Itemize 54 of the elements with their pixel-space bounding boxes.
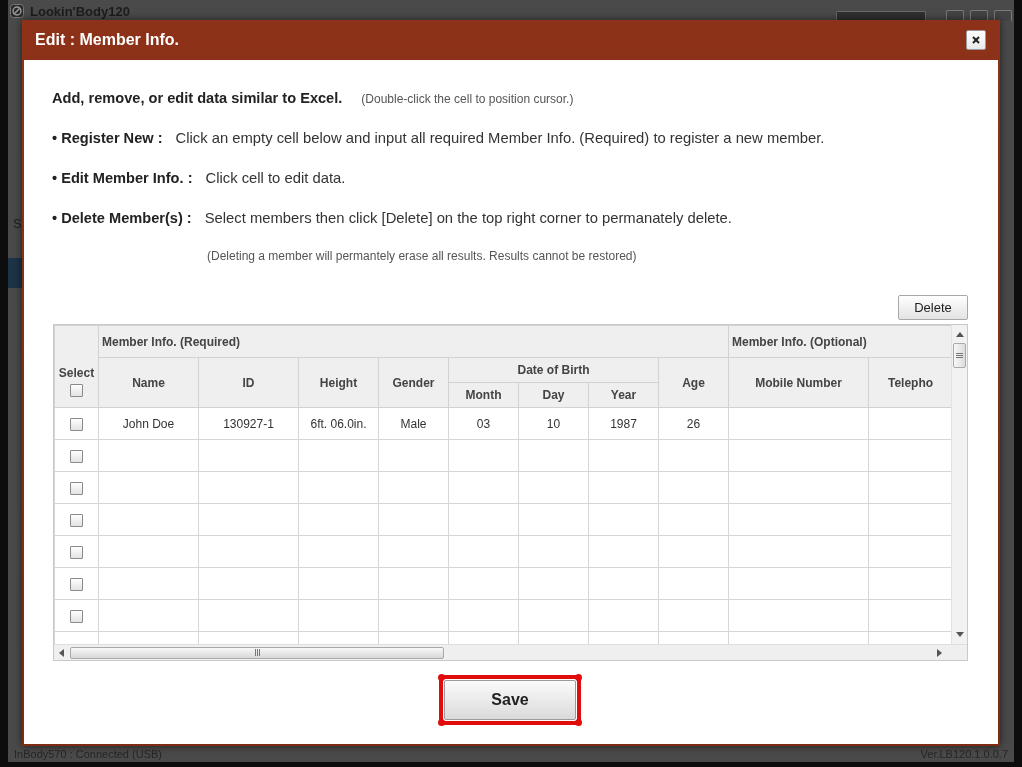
table-cell: 10 (518, 407, 589, 440)
close-button[interactable] (966, 30, 986, 50)
instruction-label: • Delete Member(s) : (52, 210, 192, 226)
row-checkbox[interactable] (70, 577, 83, 591)
column-group-header: Date of Birth (448, 357, 659, 383)
instruction-label: • Edit Member Info. : (52, 170, 193, 186)
instruction-text: Select members then click [Delete] on the top right corner to permanately delete. (204, 210, 732, 226)
column-header: Height (298, 357, 379, 408)
row-checkbox[interactable] (70, 513, 83, 527)
column-header: Age (658, 357, 729, 408)
intro-text: Add, remove, or edit data similar to Excel. (52, 90, 343, 106)
logo-icon (10, 4, 24, 18)
dialog-title: Edit : Member Info. (35, 31, 179, 49)
save-button[interactable]: Save (444, 680, 576, 720)
table-cell: 6ft. 06.0in. (298, 407, 379, 440)
scroll-down-icon[interactable] (955, 632, 964, 637)
table-cell: John Doe (98, 407, 199, 440)
table-cell: Male (378, 407, 449, 440)
column-header: ID (198, 357, 299, 408)
table-cell: 03 (448, 407, 519, 440)
row-checkbox[interactable] (70, 417, 83, 431)
select-all-checkbox[interactable] (70, 384, 83, 397)
delete-button[interactable]: Delete (898, 295, 968, 320)
column-group-header: Member Info. (Required) (98, 325, 729, 358)
column-header: Mobile Number (728, 357, 869, 408)
row-checkbox[interactable] (70, 545, 83, 559)
column-group-header: Member Info. (Optional) (728, 325, 951, 358)
close-icon (972, 36, 980, 44)
row-checkbox[interactable] (70, 609, 83, 623)
table-cell: 130927-1 (198, 407, 299, 440)
selected-row-block (8, 258, 22, 288)
scroll-up-icon[interactable] (955, 332, 964, 337)
row-checkbox[interactable] (70, 481, 83, 495)
grip-icon (956, 352, 963, 359)
scrollbar-thumb[interactable] (953, 343, 966, 368)
grip-icon (253, 649, 261, 656)
scroll-right-icon[interactable] (937, 648, 942, 657)
hint-text: (Double-click the cell to position cursor.) (361, 92, 574, 106)
scroll-left-icon[interactable] (59, 648, 64, 657)
scrollbar-thumb[interactable] (70, 646, 444, 659)
table-cell: 26 (658, 407, 729, 440)
table-cell: 1987 (588, 407, 659, 440)
horizontal-scrollbar[interactable] (54, 644, 967, 660)
vertical-scrollbar[interactable] (951, 325, 967, 644)
column-header: Telepho (868, 357, 951, 408)
column-header: Name (98, 357, 199, 408)
instruction-text: Click an empty cell below and input all required Member Info. (Required) to register a new member. (175, 130, 825, 146)
column-header: Select (58, 366, 95, 380)
warning-text: (Deleting a member will permantely erase all results. Results cannot be restored) (207, 248, 637, 264)
instruction-label: • Register New : (52, 130, 163, 146)
window-control-button[interactable] (994, 10, 1012, 21)
instruction-text: Click cell to edit data. (205, 170, 346, 186)
row-checkbox[interactable] (70, 449, 83, 463)
column-header: Gender (378, 357, 449, 408)
